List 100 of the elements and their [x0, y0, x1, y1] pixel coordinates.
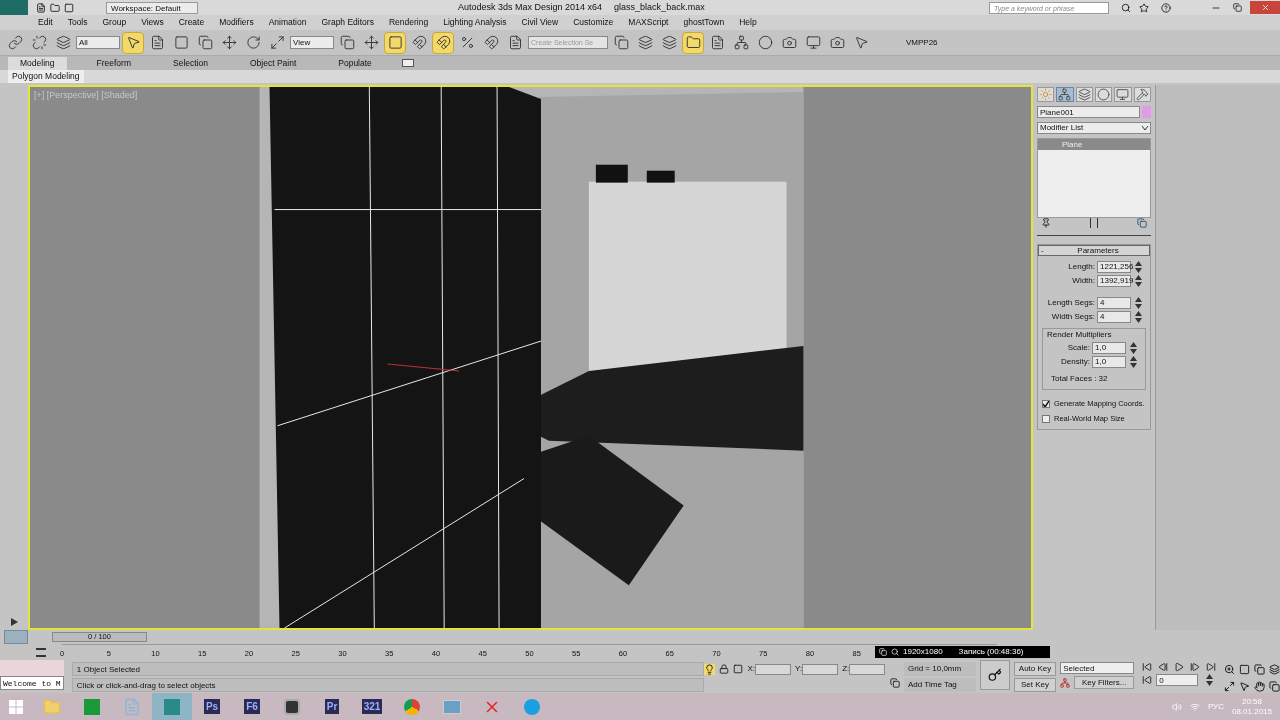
- field-label: Density:: [1061, 356, 1090, 368]
- previous-frame-icon[interactable]: [1158, 662, 1169, 672]
- listener-field[interactable]: Welcome to M: [0, 676, 64, 690]
- command-tab[interactable]: [1095, 87, 1113, 102]
- key-filters-button[interactable]: Key Filters...: [1074, 676, 1135, 689]
- hierarchy-icon: [1077, 88, 1091, 101]
- lock-icon[interactable]: [719, 664, 730, 674]
- isolate-icon[interactable]: [704, 663, 716, 675]
- play-arrow-icon[interactable]: [10, 618, 18, 626]
- go-end-icon[interactable]: [1206, 662, 1217, 672]
- set-key-toggle[interactable]: Set Key: [1013, 678, 1057, 692]
- menu-item[interactable]: Views: [141, 16, 164, 29]
- menu-item[interactable]: Modifiers: [219, 16, 254, 29]
- spinner-arrows[interactable]: [1135, 275, 1142, 287]
- name-field[interactable]: Plane001: [1037, 106, 1140, 118]
- select-icon[interactable]: [122, 31, 144, 54]
- save-icon[interactable]: [64, 2, 74, 13]
- number-field[interactable]: 4: [1097, 297, 1131, 309]
- ribbon-tab[interactable]: Freeform: [84, 56, 143, 70]
- restore-icon[interactable]: [1233, 3, 1242, 12]
- ribbon-tab[interactable]: Populate: [326, 56, 384, 70]
- search-icon: [891, 648, 899, 656]
- command-tab[interactable]: [1075, 87, 1093, 102]
- ribbon-tab[interactable]: Object Paint: [237, 56, 309, 70]
- clock-time: 20:58: [1241, 696, 1262, 707]
- coord-field[interactable]: [802, 663, 839, 675]
- spinner-arrows[interactable]: [1130, 342, 1137, 354]
- menu-item[interactable]: Lighting Analysis: [443, 16, 507, 29]
- command-tab[interactable]: [1133, 87, 1151, 102]
- number-field[interactable]: 1,0: [1092, 356, 1126, 368]
- spinner-arrows[interactable]: [1135, 297, 1142, 309]
- coord-field[interactable]: [849, 663, 886, 675]
- spinner-arrows[interactable]: [1130, 356, 1137, 368]
- selection-filter[interactable]: All: [76, 36, 120, 49]
- zoom-icon[interactable]: [1224, 664, 1236, 675]
- help-icon[interactable]: [1161, 2, 1171, 13]
- menu-item[interactable]: Tools: [67, 16, 88, 29]
- number-field[interactable]: 1392,919: [1097, 275, 1131, 287]
- open-icon[interactable]: [50, 2, 60, 13]
- workspace-dropdown[interactable]: Workspace: Default: [106, 1, 198, 14]
- add-time-tag[interactable]: Add Time Tag: [904, 678, 976, 692]
- menu-item[interactable]: Civil View: [521, 16, 559, 29]
- command-tab[interactable]: [1114, 87, 1132, 102]
- ribbon-panel[interactable]: Polygon Modeling: [8, 70, 84, 83]
- checkbox[interactable]: [1042, 399, 1050, 408]
- field-label: Width:: [1072, 275, 1095, 287]
- close-button[interactable]: [1250, 1, 1280, 14]
- frame-field[interactable]: 0: [1156, 674, 1199, 686]
- modifier-dropdown[interactable]: Modifier List: [1037, 122, 1151, 134]
- go-start-icon[interactable]: [1142, 662, 1153, 672]
- menu-item[interactable]: MAXScript: [628, 16, 669, 29]
- menu-item[interactable]: ghostTown: [683, 16, 725, 29]
- pin-icon[interactable]: [1041, 217, 1051, 228]
- rollout-header[interactable]: - Parameters: [1038, 245, 1150, 256]
- field-label: Width Segs:: [1051, 311, 1095, 323]
- grid-spacing: Grid = 10,0mm: [904, 662, 976, 676]
- menu-item[interactable]: Graph Editors: [321, 16, 374, 29]
- toolbar-label: VMPP26: [906, 36, 938, 49]
- ribbon-tab[interactable]: Modeling: [8, 56, 67, 70]
- group-title: Render Multipliers: [1046, 329, 1113, 341]
- track-icon[interactable]: [36, 647, 46, 657]
- number-field[interactable]: 4: [1097, 311, 1131, 323]
- taskbar-app[interactable]: Ps: [192, 693, 232, 720]
- key-icon: [987, 668, 1002, 682]
- field-label: Length:: [1068, 261, 1095, 273]
- coord-label: X:: [747, 663, 756, 675]
- sun-icon: [1039, 88, 1053, 101]
- spinner-arrows[interactable]: [1206, 674, 1214, 686]
- total-faces: Total Faces : 32: [1050, 373, 1109, 385]
- spinner-arrows[interactable]: [1135, 311, 1142, 323]
- taskbar-app[interactable]: Pr: [312, 693, 352, 720]
- menu-item[interactable]: Help: [739, 16, 757, 29]
- spinner-arrows[interactable]: [1135, 261, 1142, 273]
- number-field[interactable]: 1,0: [1092, 342, 1126, 354]
- chevron-icon: [1142, 126, 1148, 130]
- reference-dropdown[interactable]: View: [290, 36, 334, 49]
- coord-label: Z:: [842, 663, 850, 675]
- set-key-button[interactable]: [979, 660, 1010, 690]
- pan-icon[interactable]: [1254, 680, 1266, 692]
- taskbar-app[interactable]: 321: [352, 693, 392, 720]
- coord-field[interactable]: [755, 663, 792, 675]
- play-icon[interactable]: [1174, 662, 1185, 672]
- menu-item[interactable]: Animation: [268, 16, 307, 29]
- menu-item[interactable]: Rendering: [388, 16, 429, 29]
- taskbar-app[interactable]: F6: [232, 693, 272, 720]
- key-mode-dropdown[interactable]: Selected: [1060, 662, 1135, 674]
- ribbon-tab[interactable]: Selection: [161, 56, 220, 70]
- ribbon-menu-icon[interactable]: [401, 59, 414, 67]
- checkbox[interactable]: [1042, 414, 1050, 423]
- number-field[interactable]: 1221,256: [1097, 261, 1131, 273]
- search-icon[interactable]: [1121, 2, 1131, 13]
- new-icon[interactable]: [36, 2, 46, 13]
- menu-item[interactable]: Create: [178, 16, 205, 29]
- menu-item[interactable]: Edit: [38, 16, 53, 29]
- auto-key-button[interactable]: Auto Key: [1013, 662, 1057, 676]
- favorites-icon[interactable]: [1139, 2, 1149, 13]
- next-frame-icon[interactable]: [1190, 662, 1201, 672]
- menu-item[interactable]: Group: [102, 16, 127, 29]
- menu-item[interactable]: Customize: [573, 16, 614, 29]
- color-swatch[interactable]: [1142, 106, 1151, 118]
